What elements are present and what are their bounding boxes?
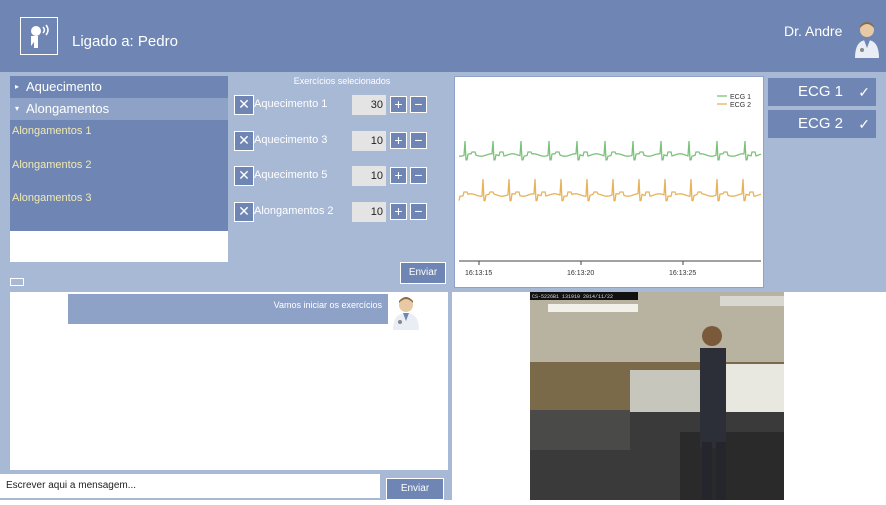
- minus-icon[interactable]: −: [410, 96, 427, 113]
- remove-icon[interactable]: ✕: [234, 202, 254, 222]
- ecg1-line: [458, 140, 762, 161]
- tree-category-label: Alongamentos: [26, 101, 110, 116]
- ecg-chart: 16:13:15 16:13:20 16:13:25 ECG 1 ECG 2: [454, 76, 764, 288]
- tree-category-label: Aquecimento: [26, 79, 102, 94]
- tree-item[interactable]: Alongamentos 3: [10, 189, 230, 207]
- exercise-label: Aquecimento 5: [254, 169, 328, 181]
- ecg2-line: [458, 178, 762, 202]
- expanded-arrow-icon: ▾: [15, 104, 20, 113]
- remove-icon[interactable]: ✕: [234, 95, 254, 115]
- minus-icon[interactable]: −: [410, 203, 427, 220]
- tree-items: Alongamentos 1 Alongamentos 2 Alongament…: [10, 120, 228, 231]
- check-icon: ✓: [858, 84, 870, 100]
- x-tick-label: 16:13:25: [669, 270, 696, 277]
- send-exercises-button[interactable]: Enviar: [400, 262, 446, 284]
- selected-exercises-title: Exercícios selecionados: [293, 76, 391, 86]
- exercise-count[interactable]: 30: [352, 95, 386, 115]
- doctor-name: Dr. Andre: [784, 23, 843, 39]
- ecg2-label: ECG 2: [798, 115, 844, 132]
- check-icon: ✓: [858, 116, 870, 132]
- chat-message: Vamos iniciar os exercícios: [68, 294, 388, 324]
- tree-item[interactable]: Alongamentos 2: [10, 156, 230, 174]
- message-input[interactable]: Escrever aqui a mensagem...: [0, 474, 380, 498]
- exercise-tree: ▸ Aquecimento ▾ Alongamentos Alongamento…: [10, 76, 228, 262]
- exercise-count[interactable]: 10: [352, 131, 386, 151]
- minus-icon[interactable]: −: [410, 167, 427, 184]
- plus-icon[interactable]: +: [390, 132, 407, 149]
- selected-exercise-row: ✕ Aquecimento 3 10 + −: [234, 131, 434, 151]
- doctor-avatar-icon: [388, 294, 424, 330]
- legend-label-ecg1: ECG 1: [730, 94, 751, 101]
- plus-icon[interactable]: +: [390, 167, 407, 184]
- remove-icon[interactable]: ✕: [234, 166, 254, 186]
- collapsed-arrow-icon: ▸: [15, 82, 20, 91]
- plus-icon[interactable]: +: [390, 96, 407, 113]
- exercise-label: Aquecimento 3: [254, 134, 328, 146]
- legend: ECG 1 ECG 2: [717, 94, 751, 109]
- patient-video-feed[interactable]: CS-5226B1 131910 2014/11/22: [530, 292, 784, 500]
- minus-icon[interactable]: −: [410, 132, 427, 149]
- send-message-button[interactable]: Enviar: [386, 478, 444, 500]
- doctor-avatar-icon: [852, 20, 882, 60]
- plus-icon[interactable]: +: [390, 203, 407, 220]
- connection-status: Ligado a: Pedro: [72, 33, 178, 50]
- tree-category-alongamentos[interactable]: ▾ Alongamentos: [10, 98, 228, 120]
- legend-label-ecg2: ECG 2: [730, 102, 751, 109]
- selected-exercise-row: ✕ Aquecimento 5 10 + −: [234, 166, 434, 186]
- selected-exercise-row: ✕ Aquecimento 1 30 + −: [234, 95, 434, 115]
- x-tick-label: 16:13:15: [465, 270, 492, 277]
- x-tick-label: 16:13:20: [567, 270, 594, 277]
- ecg-svg: 16:13:15 16:13:20 16:13:25 ECG 1 ECG 2: [458, 94, 762, 277]
- exercise-label: Aquecimento 1: [254, 98, 328, 110]
- remove-icon[interactable]: ✕: [234, 131, 254, 151]
- exercise-count[interactable]: 10: [352, 166, 386, 186]
- video-overlay-text: CS-5226B1 131910 2014/11/22: [532, 294, 613, 300]
- resize-handle[interactable]: [10, 278, 24, 286]
- exercise-label: Alongamentos 2: [254, 205, 334, 217]
- ecg1-label: ECG 1: [798, 83, 844, 100]
- ecg1-toggle-button[interactable]: ECG 1 ✓: [768, 78, 876, 106]
- tree-item[interactable]: Alongamentos 1: [10, 122, 230, 140]
- selected-exercise-row: ✕ Alongamentos 2 10 + −: [234, 202, 434, 222]
- ecg2-toggle-button[interactable]: ECG 2 ✓: [768, 110, 876, 138]
- patient-connection-icon[interactable]: [20, 17, 58, 55]
- tree-category-aquecimento[interactable]: ▸ Aquecimento: [10, 76, 228, 98]
- exercise-count[interactable]: 10: [352, 202, 386, 222]
